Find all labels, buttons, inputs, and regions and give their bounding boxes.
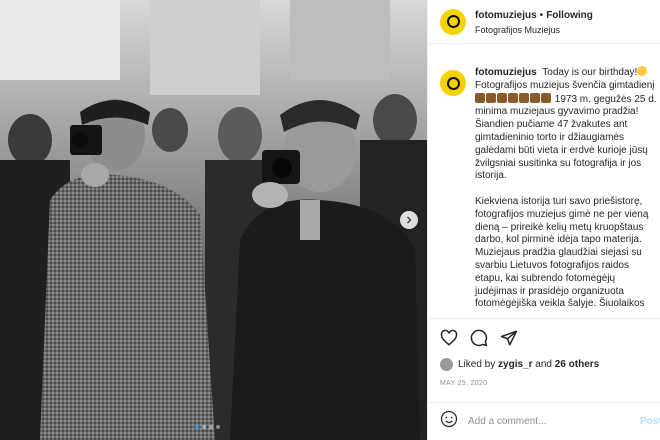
post-photo[interactable]: [0, 0, 427, 440]
cake-emoji-icon: [530, 92, 540, 103]
caption-line2: Fotografijos muziejus švenčia gimtadienį: [475, 79, 655, 91]
likes-summary: Liked by zygis_r and 26 others: [440, 358, 599, 371]
comment-bar: Post: [428, 402, 660, 440]
camera-logo-icon: [446, 76, 460, 90]
paper-plane-icon: [500, 330, 518, 345]
comment-button[interactable]: [470, 329, 488, 347]
follow-status-button[interactable]: Following: [546, 10, 593, 21]
carousel-dot: [209, 425, 213, 429]
caption-intro: Today is our birthday!: [542, 67, 638, 78]
header-username[interactable]: fotomuziejus: [475, 10, 537, 21]
cake-emoji-icon: [541, 92, 551, 103]
cake-emoji-icon: [486, 92, 496, 103]
post-sidebar: fotomuziejus • Following Fotografijos Muzi…: [427, 0, 660, 440]
carousel-dot: [202, 425, 206, 429]
cake-emoji-icon: [497, 92, 507, 103]
caption-area: fotomuziejus Today is our birthday! Foto…: [440, 66, 660, 318]
smiley-icon: [440, 410, 458, 428]
caption-paragraph1: gegužės 25 d. minima muziejaus gyvavimo …: [475, 93, 657, 182]
carousel-dot: [216, 425, 220, 429]
likes-others-link[interactable]: 26 others: [555, 359, 599, 370]
liker-username[interactable]: zygis_r: [498, 359, 532, 370]
header-separator: •: [539, 9, 544, 21]
caption-paragraph2: Kiekviena istorija turi savo priešistorę…: [475, 195, 649, 310]
carousel-dots: [195, 425, 220, 429]
post-date[interactable]: MAY 25, 2020: [440, 380, 487, 387]
like-button[interactable]: [440, 329, 458, 347]
next-slide-button[interactable]: [400, 211, 418, 229]
likes-conj: and: [535, 359, 552, 370]
post-comment-button[interactable]: Post: [640, 416, 660, 427]
action-bar: [428, 318, 660, 356]
photo-image: [0, 0, 427, 440]
avatar[interactable]: [440, 358, 453, 371]
caption-username[interactable]: fotomuziejus: [475, 67, 537, 78]
header-subtitle: Fotografijos Muziejus: [475, 24, 561, 35]
carousel-dot: [195, 425, 199, 429]
chevron-right-icon: [407, 216, 412, 224]
cake-emoji-icon: [508, 92, 518, 103]
share-button[interactable]: [500, 329, 518, 347]
heart-eyes-emoji-icon: [637, 66, 648, 76]
avatar[interactable]: [440, 70, 466, 96]
avatar[interactable]: [440, 8, 466, 35]
cake-emoji-icon: [475, 92, 485, 103]
heart-icon: [440, 329, 458, 346]
camera-logo-icon: [446, 15, 460, 28]
comment-icon: [470, 329, 488, 346]
emoji-button[interactable]: [440, 410, 458, 433]
cake-emoji-icon: [519, 92, 529, 103]
caption-year: 1973 m.: [554, 93, 591, 105]
caption-text: fotomuziejus Today is our birthday! Foto…: [475, 66, 658, 318]
post-header: fotomuziejus • Following Fotografijos Muzi…: [428, 0, 660, 44]
comment-input[interactable]: [468, 416, 638, 427]
likes-prefix: Liked by: [458, 359, 496, 370]
